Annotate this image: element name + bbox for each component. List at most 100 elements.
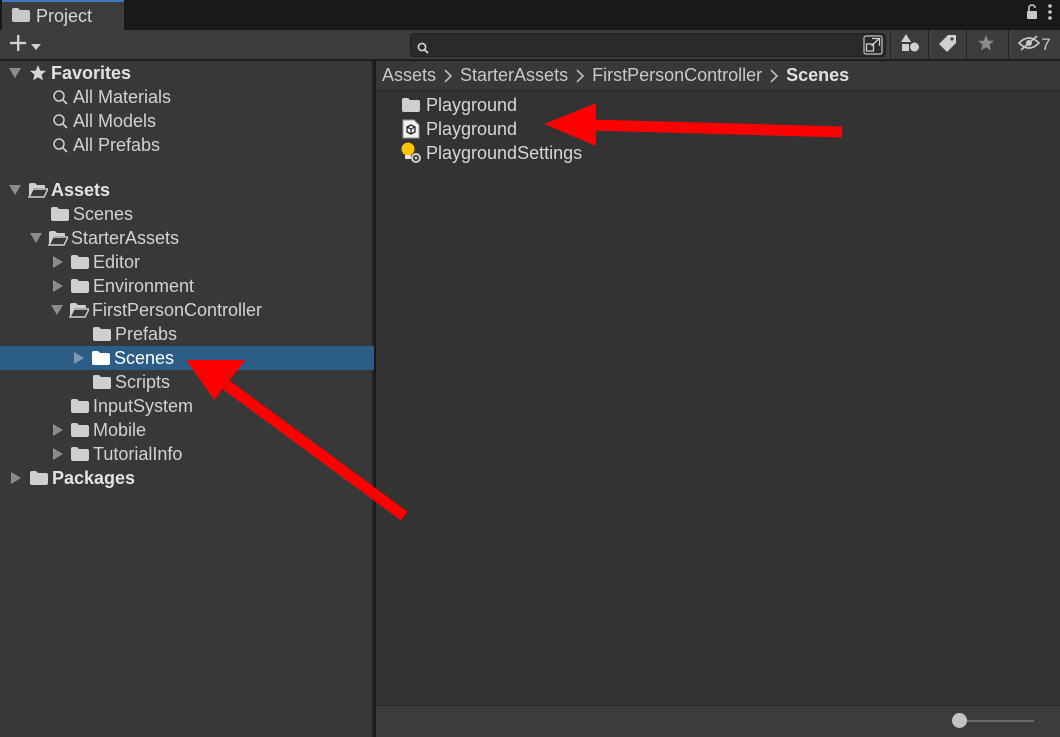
folder-icon — [12, 6, 30, 27]
tree-item-tutorial-info[interactable]: TutorialInfo — [0, 442, 374, 466]
favorite-all-models[interactable]: All Models — [0, 109, 374, 133]
search-icon — [50, 136, 70, 154]
tree-item-favorites[interactable]: Favorites — [0, 61, 374, 85]
hidden-packages-count: 7 — [1041, 35, 1051, 54]
tree-item-editor[interactable]: Editor — [0, 250, 374, 274]
folder-icon — [70, 277, 90, 295]
tree-item-label: Mobile — [93, 419, 147, 440]
tree-item-first-person-controller[interactable]: FirstPersonController — [0, 298, 374, 322]
tree-item-label: Environment — [93, 275, 195, 296]
tree-item-label: All Models — [73, 110, 157, 131]
tree-item-label: All Prefabs — [73, 134, 161, 155]
tree-item-scenes-selected[interactable]: Scenes — [0, 346, 374, 370]
tree-item-label: Scenes — [114, 347, 175, 368]
collapsed-arrow-icon[interactable] — [52, 448, 64, 460]
bottom-status-bar — [376, 705, 1060, 737]
folder-icon — [92, 325, 112, 343]
folder-icon — [92, 373, 112, 391]
asset-item-playground-folder[interactable]: Playground — [400, 93, 517, 117]
tag-icon — [938, 34, 957, 57]
collapsed-arrow-icon[interactable] — [52, 280, 64, 292]
chevron-right-icon — [770, 68, 779, 83]
asset-label: Playground — [426, 118, 518, 139]
folder-icon — [70, 445, 90, 463]
breadcrumb-item[interactable]: Assets — [382, 65, 436, 86]
save-search-button[interactable] — [966, 30, 1004, 60]
tree-item-label: Favorites — [51, 62, 132, 83]
tree-item-assets[interactable]: Assets — [0, 178, 374, 202]
lock-icon[interactable] — [1026, 4, 1038, 25]
project-toolbar: 7 — [0, 30, 1060, 60]
collapsed-arrow-icon[interactable] — [52, 424, 64, 436]
filter-by-type-button[interactable] — [890, 30, 928, 60]
tree-item-environment[interactable]: Environment — [0, 274, 374, 298]
folder-icon — [70, 253, 90, 271]
create-button[interactable] — [8, 33, 42, 58]
folder-open-icon — [69, 301, 89, 319]
tree-item-label: StarterAssets — [71, 227, 180, 248]
more-options-icon[interactable] — [1048, 4, 1052, 25]
tree-item-label: Prefabs — [115, 323, 178, 344]
folder-icon — [400, 95, 422, 115]
search-by-type-icon[interactable] — [863, 35, 883, 55]
expanded-arrow-icon[interactable] — [30, 232, 42, 244]
tree-item-input-system[interactable]: InputSystem — [0, 394, 374, 418]
chevron-right-icon — [576, 68, 585, 83]
asset-content-panel[interactable]: Assets StarterAssets FirstPersonControll… — [376, 61, 1060, 737]
tree-item-prefabs[interactable]: Prefabs — [0, 322, 374, 346]
star-icon — [977, 34, 995, 57]
breadcrumb-current[interactable]: Scenes — [786, 65, 849, 86]
scene-icon — [400, 119, 422, 139]
tree-item-scenes-root[interactable]: Scenes — [0, 202, 374, 226]
project-tab[interactable]: Project — [2, 0, 124, 30]
asset-item-playground-settings[interactable]: PlaygroundSettings — [400, 141, 582, 165]
expanded-arrow-icon[interactable] — [9, 184, 21, 196]
search-icon — [50, 112, 70, 130]
chevron-right-icon — [444, 68, 453, 83]
icon-size-slider-handle[interactable] — [952, 713, 967, 728]
collapsed-arrow-icon[interactable] — [73, 352, 85, 364]
tree-item-label: Packages — [52, 467, 136, 488]
breadcrumb-item[interactable]: FirstPersonController — [592, 65, 762, 86]
search-icon — [50, 88, 70, 106]
search-icon — [417, 38, 429, 59]
tree-item-label: Editor — [93, 251, 141, 272]
lighting-settings-icon — [400, 142, 422, 163]
tree-item-packages[interactable]: Packages — [0, 466, 374, 490]
search-input[interactable] — [433, 34, 853, 56]
folder-tree-panel[interactable]: Favorites All Materials All Models All P… — [0, 61, 374, 737]
tree-item-scripts[interactable]: Scripts — [0, 370, 374, 394]
breadcrumb: Assets StarterAssets FirstPersonControll… — [376, 61, 1060, 91]
asset-item-playground-scene[interactable]: Playground — [400, 117, 517, 141]
project-tab-label: Project — [36, 5, 93, 26]
asset-label: PlaygroundSettings — [426, 142, 583, 163]
shapes-icon — [900, 33, 920, 58]
favorite-all-materials[interactable]: All Materials — [0, 85, 374, 109]
breadcrumb-item[interactable]: StarterAssets — [460, 65, 568, 86]
search-field[interactable] — [410, 33, 886, 57]
folder-open-icon — [28, 181, 48, 199]
tree-item-starter-assets[interactable]: StarterAssets — [0, 226, 374, 250]
filter-by-label-button[interactable] — [928, 30, 966, 60]
folder-icon — [70, 397, 90, 415]
collapsed-arrow-icon[interactable] — [10, 472, 22, 484]
expanded-arrow-icon[interactable] — [9, 67, 21, 79]
collapsed-arrow-icon[interactable] — [52, 256, 64, 268]
toggle-hidden-packages-button[interactable]: 7 — [1008, 30, 1060, 60]
plus-icon — [8, 33, 28, 58]
tree-item-mobile[interactable]: Mobile — [0, 418, 374, 442]
folder-icon — [29, 469, 49, 487]
folder-icon — [70, 421, 90, 439]
tree-item-label: Scenes — [73, 203, 134, 224]
star-icon — [28, 64, 48, 82]
tree-item-label: TutorialInfo — [93, 443, 183, 464]
favorite-all-prefabs[interactable]: All Prefabs — [0, 133, 374, 157]
tab-controls — [1026, 4, 1052, 25]
expanded-arrow-icon[interactable] — [51, 304, 63, 316]
tree-item-label: Assets — [51, 179, 111, 200]
tree-item-label: Scripts — [115, 371, 171, 392]
tree-item-label: FirstPersonController — [92, 299, 263, 320]
window-tab-strip: Project — [0, 0, 1060, 30]
icon-size-slider-track[interactable] — [960, 720, 1034, 722]
eye-slash-icon — [1018, 34, 1041, 56]
